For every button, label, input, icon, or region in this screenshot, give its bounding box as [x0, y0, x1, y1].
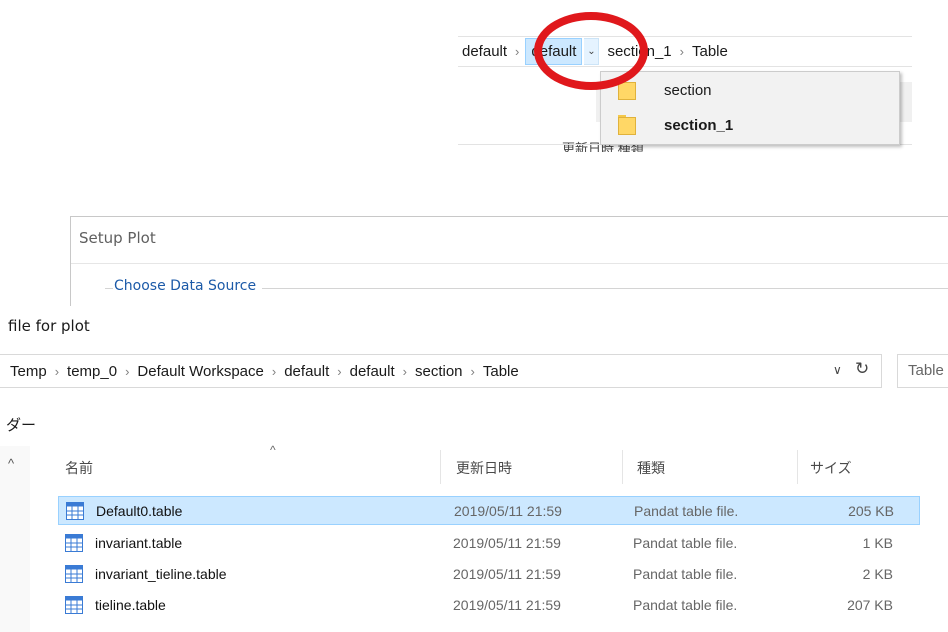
- address-history-chevron-icon[interactable]: ∨: [833, 363, 842, 377]
- file-modified: 2019/05/11 21:59: [453, 596, 561, 613]
- file-size: 1 KB: [862, 534, 893, 551]
- file-size: 207 KB: [847, 596, 893, 613]
- file-modified: 2019/05/11 21:59: [453, 534, 561, 551]
- file-size: 2 KB: [862, 565, 893, 582]
- file-name: invariant.table: [95, 534, 183, 551]
- folder-dropdown-menu: section section_1: [600, 71, 900, 145]
- file-type: Pandat table file.: [633, 596, 738, 613]
- breadcrumb-separator-icon[interactable]: ›: [270, 364, 278, 379]
- file-open-dialog: file for plot Temp › temp_0 › Default Wo…: [0, 306, 948, 632]
- address-segment[interactable]: default: [344, 363, 401, 380]
- breadcrumb-separator-icon[interactable]: ›: [335, 364, 343, 379]
- dropdown-item-label: section_1: [664, 116, 734, 134]
- file-row[interactable]: tieline.table 2019/05/11 21:59 Pandat tabl…: [58, 590, 920, 619]
- dropdown-item-section-1[interactable]: section_1: [601, 108, 899, 142]
- column-header-name[interactable]: 名前: [65, 458, 93, 478]
- file-name: invariant_tieline.table: [95, 565, 227, 582]
- highlight-circle-annotation: [534, 12, 648, 90]
- column-divider[interactable]: [440, 450, 441, 484]
- file-name: Default0.table: [96, 502, 183, 519]
- file-row[interactable]: Default0.table 2019/05/11 21:59 Pandat tab…: [58, 496, 920, 525]
- breadcrumb-separator-icon[interactable]: ›: [53, 364, 61, 379]
- address-segment[interactable]: temp_0: [61, 363, 123, 380]
- scroll-up-icon[interactable]: ^: [8, 456, 14, 471]
- setup-plot-dialog: Setup Plot Choose Data Source: [70, 216, 948, 308]
- file-type: Pandat table file.: [633, 565, 738, 582]
- groupbox-border: [253, 288, 948, 289]
- navigation-pane: [0, 446, 30, 632]
- file-row[interactable]: invariant_tieline.table 2019/05/11 21:59 P…: [58, 559, 920, 588]
- breadcrumb-separator-icon[interactable]: ›: [511, 44, 523, 59]
- breadcrumb-separator-icon[interactable]: ›: [469, 364, 477, 379]
- dropdown-item-label: section: [664, 81, 712, 99]
- breadcrumb-separator-icon[interactable]: ›: [123, 364, 131, 379]
- address-segment[interactable]: Temp: [0, 363, 53, 380]
- breadcrumb-segment[interactable]: default: [458, 43, 511, 60]
- breadcrumb-separator-icon[interactable]: ›: [676, 44, 688, 59]
- file-list-header: ^ 名前 更新日時 種類 サイズ: [52, 443, 924, 484]
- dialog-title: file for plot: [8, 317, 90, 335]
- address-bar[interactable]: Temp › temp_0 › Default Workspace › defa…: [0, 354, 882, 388]
- address-segment[interactable]: default: [278, 363, 335, 380]
- groupbox-border: [105, 288, 113, 289]
- file-type: Pandat table file.: [634, 502, 739, 519]
- search-input[interactable]: Table: [897, 354, 948, 388]
- toolbar-label-partial: ダー: [6, 417, 37, 434]
- address-segment[interactable]: section: [409, 363, 469, 380]
- top-breadcrumb: default › default ⌄ section_1 › Table: [458, 36, 912, 67]
- column-header-modified[interactable]: 更新日時: [456, 458, 512, 478]
- table-file-icon: [65, 564, 83, 583]
- dropdown-item-section[interactable]: section: [601, 73, 899, 107]
- folder-icon: [618, 115, 636, 135]
- table-file-icon: [66, 501, 84, 520]
- dialog-title: Setup Plot: [79, 229, 156, 247]
- breadcrumb-segment[interactable]: Table: [688, 43, 732, 60]
- table-file-icon: [65, 595, 83, 614]
- column-divider[interactable]: [797, 450, 798, 484]
- file-modified: 2019/05/11 21:59: [454, 502, 562, 519]
- breadcrumb-separator-icon[interactable]: ›: [401, 364, 409, 379]
- file-modified: 2019/05/11 21:59: [453, 565, 561, 582]
- file-size: 205 KB: [848, 502, 894, 519]
- column-header-type[interactable]: 種類: [637, 458, 665, 478]
- divider: [71, 263, 948, 264]
- address-segment[interactable]: Table: [477, 363, 525, 380]
- table-file-icon: [65, 533, 83, 552]
- refresh-icon[interactable]: ↻: [855, 359, 869, 379]
- address-segment[interactable]: Default Workspace: [131, 363, 269, 380]
- file-name: tieline.table: [95, 596, 166, 613]
- sort-ascending-icon: ^: [270, 443, 276, 457]
- file-type: Pandat table file.: [633, 534, 738, 551]
- column-header-size[interactable]: サイズ: [810, 458, 852, 478]
- column-divider[interactable]: [622, 450, 623, 484]
- groupbox-label: Choose Data Source: [114, 278, 263, 294]
- file-row[interactable]: invariant.table 2019/05/11 21:59 Pandat ta…: [58, 528, 920, 557]
